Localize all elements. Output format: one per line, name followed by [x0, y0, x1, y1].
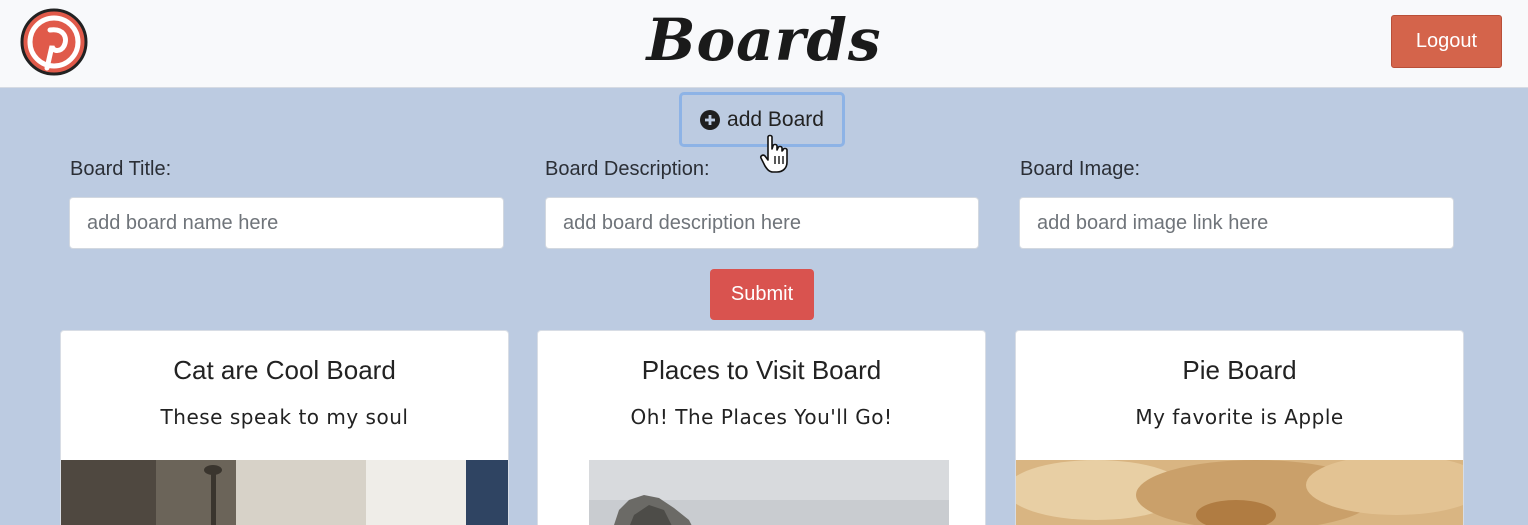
board-card-pie[interactable]: Pie Board My favorite is Apple [1015, 330, 1464, 525]
board-title-input[interactable] [69, 197, 504, 249]
board-description-label: Board Description: [545, 158, 710, 180]
board-card-image[interactable] [1016, 460, 1463, 525]
board-card-description: My favorite is Apple [1135, 405, 1344, 429]
board-card-title: Pie Board [1182, 355, 1297, 385]
plus-circle-icon [700, 109, 721, 130]
board-title-label: Board Title: [70, 158, 172, 180]
board-description-input[interactable] [545, 197, 979, 249]
logout-button[interactable]: Logout [1391, 15, 1502, 68]
hand-cursor-icon [760, 134, 788, 173]
submit-button[interactable]: Submit [710, 269, 814, 320]
add-board-label: add Board [727, 107, 824, 131]
board-card-cats[interactable]: Cat are Cool Board These speak to my sou… [60, 330, 509, 525]
board-card-image[interactable] [589, 460, 949, 525]
board-image-label: Board Image: [1020, 158, 1141, 180]
board-card-description: Oh! The Places You'll Go! [630, 405, 893, 429]
board-card-places[interactable]: Places to Visit Board Oh! The Places You… [537, 330, 986, 525]
board-image-input[interactable] [1019, 197, 1454, 249]
board-card-title: Cat are Cool Board [173, 355, 396, 385]
board-card-description: These speak to my soul [160, 405, 409, 429]
top-navbar: Boards Logout [0, 0, 1528, 88]
board-card-title: Places to Visit Board [641, 355, 882, 385]
page-title: Boards [646, 6, 882, 74]
board-card-image[interactable] [61, 460, 508, 525]
